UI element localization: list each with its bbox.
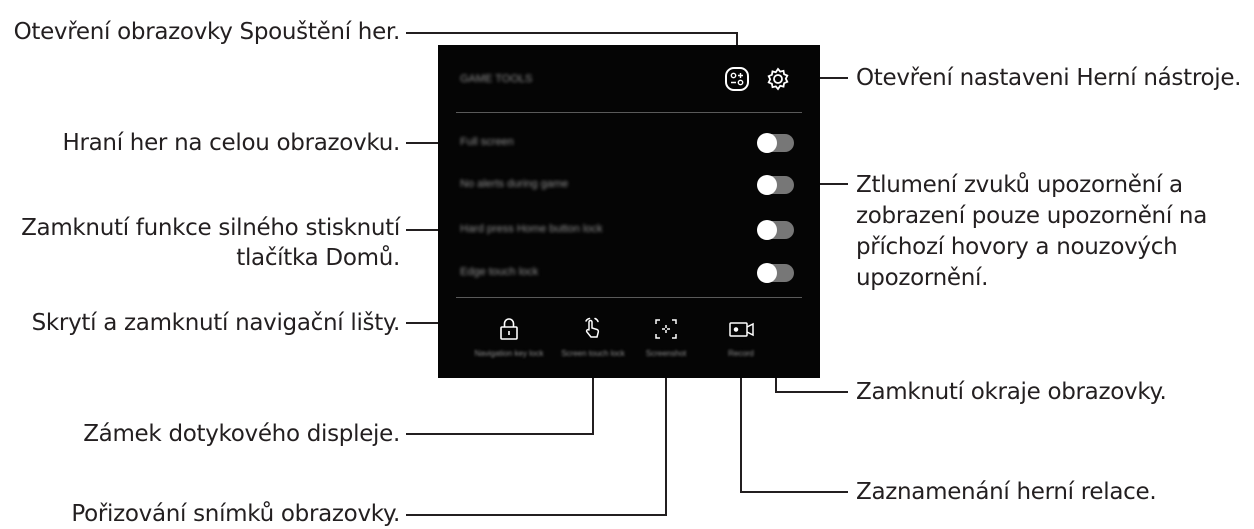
home-button-lock-toggle[interactable] — [757, 220, 794, 240]
callout-no-alerts-line3: příchozí hovory a nouzových — [856, 234, 1178, 260]
full-screen-toggle[interactable] — [757, 133, 794, 153]
callout-settings: Otevření nastaveni Herní nástroje. — [856, 65, 1242, 91]
tool-label: Navigation key lock — [474, 349, 544, 358]
callout-game-launcher: Otevření obrazovky Spouštění her. — [13, 19, 401, 45]
screenshot-icon — [655, 319, 677, 339]
callout-full-screen: Hraní her na celou obrazovku. — [62, 130, 400, 156]
callout-home-lock-line1: Zamknutí funkce silného stisknutí — [21, 215, 400, 241]
line-screenshot — [406, 363, 667, 516]
settings-gear-icon[interactable] — [763, 65, 793, 95]
tools-divider — [456, 297, 802, 298]
callout-touch-lock: Zámek dotykového displeje. — [83, 421, 400, 447]
edge-touch-lock-toggle[interactable] — [757, 263, 794, 283]
line-record — [740, 363, 848, 493]
header-divider — [456, 112, 802, 113]
callout-home-lock-line2: tlačítka Domů. — [236, 245, 400, 271]
lock-icon — [500, 318, 518, 340]
option-label: No alerts during game — [460, 178, 569, 190]
tool-label: Screenshot — [645, 349, 687, 358]
callout-no-alerts-line1: Ztlumení zvuků upozornění a — [856, 172, 1183, 198]
record-icon — [729, 322, 754, 337]
tool-label: Screen touch lock — [561, 349, 625, 358]
game-launcher-icon[interactable] — [723, 65, 753, 95]
screenshot-button[interactable]: Screenshot — [631, 317, 701, 367]
record-button[interactable]: Record — [706, 317, 776, 367]
tool-label: Record — [728, 349, 754, 358]
screen-title: GAME TOOLS — [460, 73, 533, 85]
callout-record: Zaznamenání herní relace. — [856, 479, 1157, 505]
no-alerts-toggle[interactable] — [757, 175, 794, 195]
touch-hand-icon — [585, 317, 600, 338]
option-label: Full screen — [460, 136, 514, 148]
callout-edge-lock: Zamknutí okraje obrazovky. — [856, 379, 1167, 405]
callout-no-alerts-line2: zobrazení pouze upozornění na — [856, 203, 1208, 229]
game-tools-screen: GAME TOOLS Full screen No alerts during … — [438, 45, 820, 378]
navigation-key-lock-button[interactable]: Navigation key lock — [474, 317, 544, 367]
callout-no-alerts-line4: upozornění. — [856, 265, 989, 291]
option-label: Hard press Home button lock — [460, 223, 603, 235]
callout-nav-lock: Skrytí a zamknutí navigační lišty. — [31, 310, 401, 336]
option-label: Edge touch lock — [460, 266, 539, 278]
screen-touch-lock-button[interactable]: Screen touch lock — [558, 317, 628, 367]
callout-screenshot: Pořizování snímků obrazovky. — [71, 501, 400, 527]
